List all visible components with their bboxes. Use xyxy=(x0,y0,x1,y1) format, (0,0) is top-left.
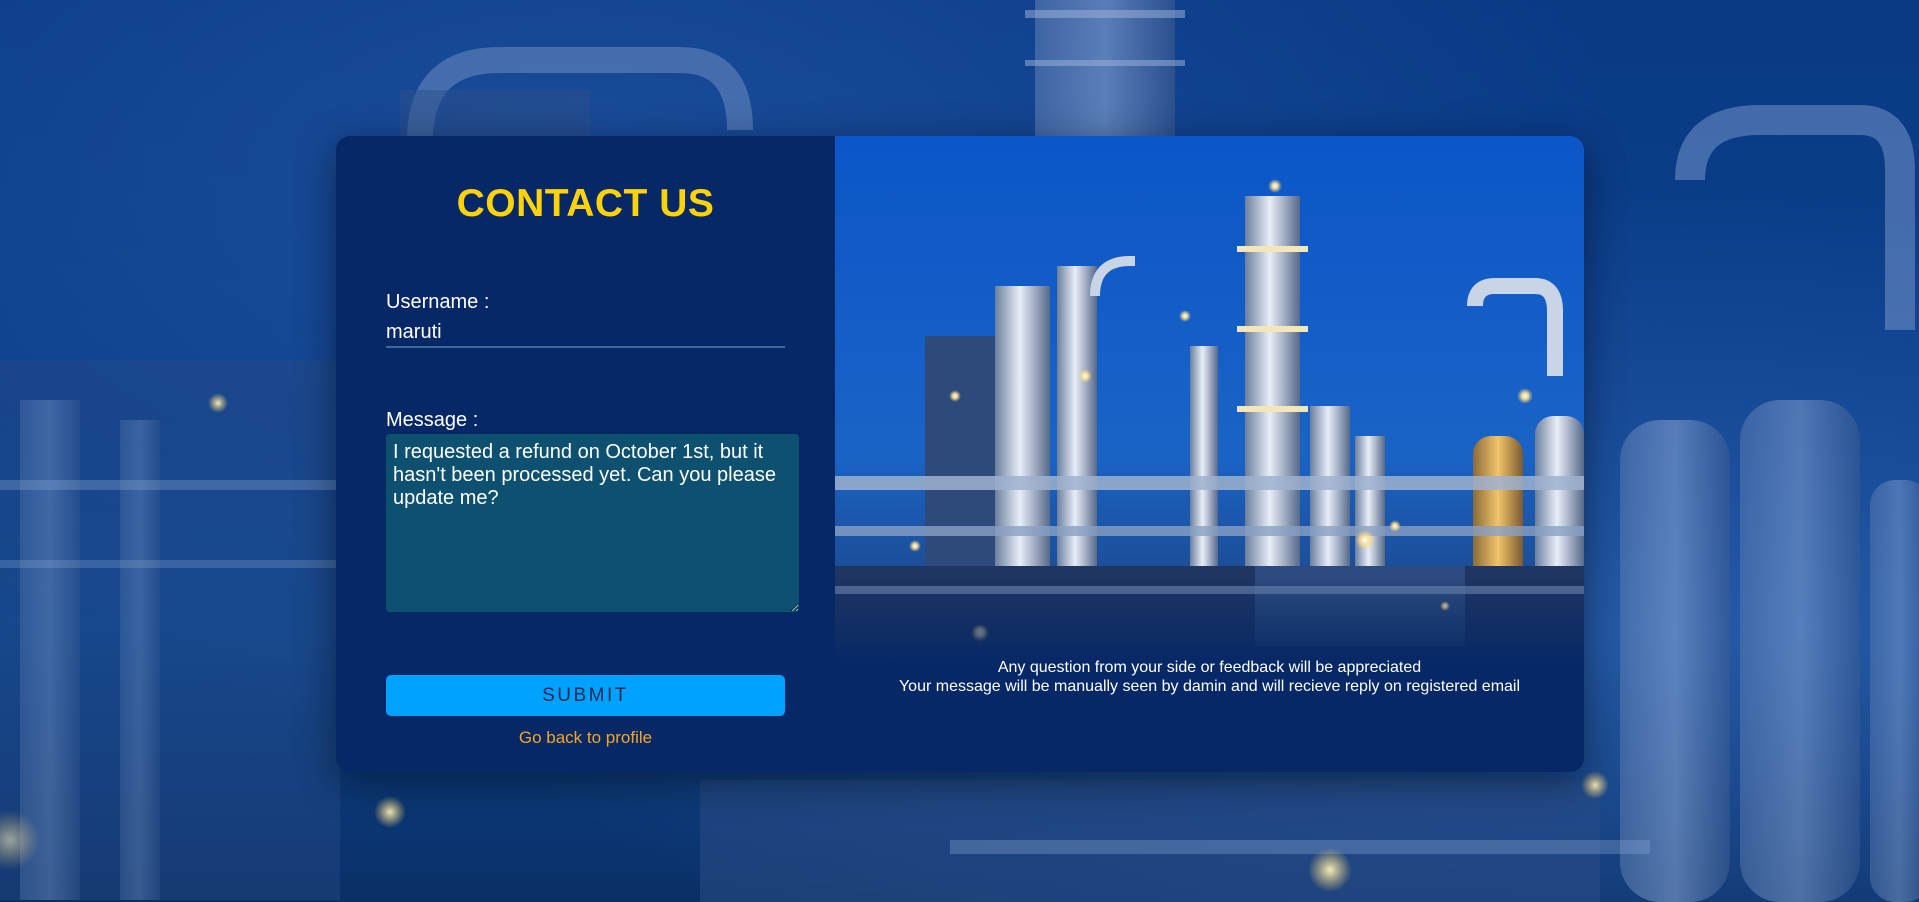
username-label: Username : xyxy=(386,291,490,313)
back-to-profile-link[interactable]: Go back to profile xyxy=(336,728,835,748)
message-textarea[interactable]: I requested a refund on October 1st, but… xyxy=(386,434,799,612)
submit-button[interactable]: SUBMIT xyxy=(386,675,785,716)
contact-form: CONTACT US Username : Message : I reques… xyxy=(336,136,835,772)
page-title: CONTACT US xyxy=(456,182,715,225)
message-label: Message : xyxy=(386,409,479,431)
refinery-photo xyxy=(835,136,1584,666)
info-line-2: Your message will be manually seen by da… xyxy=(898,678,1521,695)
info-line-1: Any question from your side or feedback … xyxy=(997,659,1422,676)
contact-card: CONTACT US Username : Message : I reques… xyxy=(336,136,1584,772)
username-field[interactable] xyxy=(386,318,785,348)
info-panel: Any question from your side or feedback … xyxy=(835,136,1584,772)
